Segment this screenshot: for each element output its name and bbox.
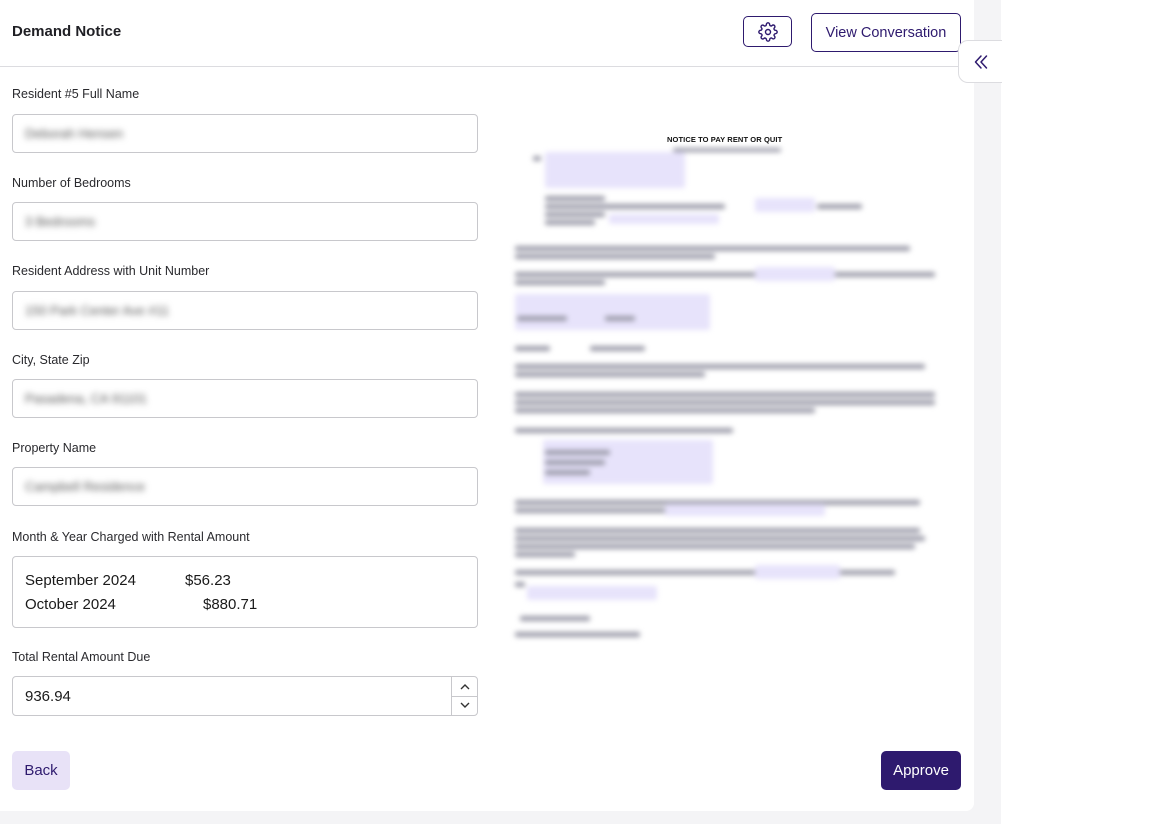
page-title: Demand Notice	[12, 23, 122, 40]
bedrooms-input[interactable]: 3 Bedrooms	[12, 202, 478, 241]
bedrooms-label: Number of Bedrooms	[12, 176, 131, 190]
property-name-label: Property Name	[12, 441, 97, 455]
address-label: Resident Address with Unit Number	[12, 264, 210, 278]
resident-name-input[interactable]: Deborah Hensen	[12, 114, 478, 153]
document-title: NOTICE TO PAY RENT OR QUIT	[667, 135, 783, 144]
charge-month: September 2024	[25, 572, 136, 589]
charge-amount: $56.23	[185, 572, 231, 589]
document-preview: NOTICE TO PAY RENT OR QUIT	[505, 120, 945, 660]
address-input[interactable]: 150 Park Center Ave #11	[12, 291, 478, 330]
settings-button[interactable]	[743, 16, 792, 47]
total-due-input[interactable]: 936.94	[12, 676, 478, 716]
decrement-button[interactable]	[452, 696, 477, 715]
resident-name-label: Resident #5 Full Name	[12, 87, 140, 101]
charge-amount: $880.71	[203, 596, 258, 613]
panel-header: Demand Notice View Conversation	[0, 0, 974, 67]
charge-month: October 2024	[25, 596, 116, 613]
city-state-zip-input[interactable]: Pasadena, CA 91101	[12, 379, 478, 418]
chevrons-left-icon	[974, 54, 987, 69]
view-conversation-button[interactable]: View Conversation	[811, 13, 961, 52]
demand-notice-panel: Demand Notice View Conversation Resident…	[0, 0, 974, 811]
property-name-value: Campbell Residence	[25, 479, 145, 494]
resident-name-value: Deborah Hensen	[25, 126, 124, 141]
increment-button[interactable]	[452, 677, 477, 697]
total-due-stepper	[451, 677, 477, 715]
address-value: 150 Park Center Ave #11	[25, 303, 170, 318]
document-preview-content	[505, 120, 945, 660]
property-name-input[interactable]: Campbell Residence	[12, 467, 478, 506]
approve-button[interactable]: Approve	[881, 751, 961, 790]
collapse-panel-button[interactable]	[958, 40, 1002, 83]
back-button[interactable]: Back	[12, 751, 70, 790]
charges-label: Month & Year Charged with Rental Amount	[12, 530, 250, 544]
city-state-zip-value: Pasadena, CA 91101	[25, 391, 147, 406]
chevron-down-icon	[460, 702, 469, 708]
chevron-up-icon	[460, 684, 469, 690]
city-state-zip-label: City, State Zip	[12, 353, 90, 367]
total-due-value: 936.94	[25, 688, 71, 705]
total-due-label: Total Rental Amount Due	[12, 650, 151, 664]
charges-textarea[interactable]: September 2024 $56.23 October 2024 $880.…	[12, 556, 478, 628]
gear-icon	[757, 21, 778, 42]
bedrooms-value: 3 Bedrooms	[25, 214, 96, 229]
